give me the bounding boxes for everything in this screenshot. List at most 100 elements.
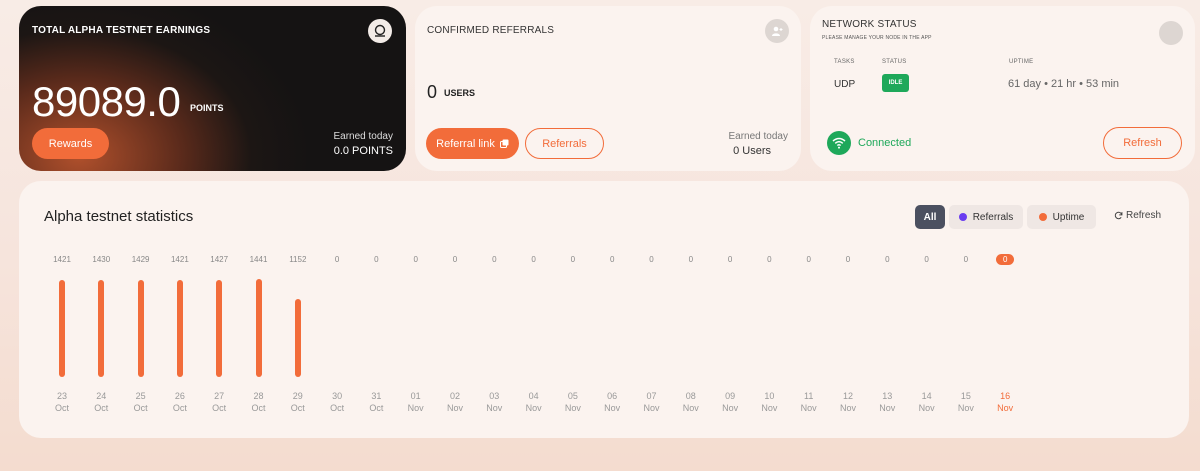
node-status-icon	[1159, 21, 1183, 45]
bar-value-label: 1427	[210, 255, 229, 264]
referrals-button[interactable]: Referrals	[525, 128, 604, 159]
x-axis-month: Nov	[879, 403, 896, 413]
bar[interactable]	[216, 279, 223, 377]
x-axis-day: 16	[1000, 391, 1011, 401]
x-axis-label: 09 Nov	[715, 390, 745, 414]
x-axis-month: Oct	[290, 403, 305, 413]
referrals-earned-today-label: Earned today	[728, 131, 789, 142]
x-axis-month: Oct	[133, 403, 148, 413]
x-axis-label: 27 Oct	[204, 390, 234, 414]
bar-value-label: 1152	[289, 255, 307, 264]
x-axis-label: 12 Nov	[833, 390, 863, 414]
bar[interactable]	[294, 298, 301, 377]
x-axis-day: 04	[528, 391, 539, 401]
x-axis-month: Nov	[918, 403, 935, 413]
x-axis-month: Oct	[330, 403, 345, 413]
x-axis-month: Nov	[486, 403, 503, 413]
bar-value-label: 0	[806, 255, 811, 264]
x-axis-month: Oct	[212, 403, 227, 413]
x-axis-label: 29 Oct	[283, 390, 313, 414]
uptime-header: UPTIME	[1009, 59, 1034, 65]
bar-value-label: 0	[570, 255, 576, 264]
x-axis-label: 30 Oct	[322, 390, 352, 414]
x-axis-label: 07 Nov	[637, 390, 667, 414]
x-axis-month: Nov	[800, 403, 817, 413]
network-title: NETWORK STATUS	[822, 19, 917, 30]
bar[interactable]	[59, 280, 65, 377]
statistics-bar-chart: 1421 23 Oct 1430 24 Oct 1429 25 Oct 1421 26 Oct 1427…	[19, 181, 1189, 438]
bar-value-label: 0	[963, 255, 969, 264]
referral-link-button[interactable]: Referral link	[426, 128, 519, 159]
x-axis-day: 27	[214, 391, 225, 401]
statistics-card: Alpha testnet statistics All Referrals U…	[19, 181, 1189, 438]
referrals-title: CONFIRMED REFERRALS	[427, 25, 555, 36]
x-axis-label: 23 Oct	[47, 390, 77, 414]
referrals-unit: USERS	[444, 88, 476, 98]
bar-value-label: 0	[924, 255, 929, 264]
x-axis-day: 12	[842, 391, 853, 401]
x-axis-label: 04 Nov	[519, 390, 549, 414]
x-axis-month: Nov	[957, 403, 974, 413]
bar[interactable]	[98, 279, 105, 377]
bar-value-label: 1429	[131, 255, 150, 264]
x-axis-day: 03	[489, 391, 500, 401]
user-add-icon	[765, 19, 789, 43]
x-axis-month: Oct	[94, 403, 109, 413]
earnings-title: TOTAL ALPHA TESTNET EARNINGS	[32, 25, 211, 36]
x-axis-label: 28 Oct	[244, 390, 274, 414]
wifi-icon	[827, 131, 851, 155]
bar[interactable]	[176, 280, 183, 377]
bar-value-label: 1441	[249, 255, 268, 264]
x-axis-label: 26 Oct	[165, 390, 195, 414]
x-axis-month: Nov	[643, 403, 660, 413]
x-axis-day: 06	[607, 391, 618, 401]
x-axis-day: 09	[725, 391, 736, 401]
x-axis-label: 25 Oct	[126, 390, 156, 414]
x-axis-day: 15	[960, 391, 971, 401]
bar[interactable]	[255, 279, 262, 377]
x-axis-day: 31	[371, 391, 382, 401]
x-axis-label: 01 Nov	[401, 390, 431, 414]
earned-today-label: Earned today	[333, 131, 394, 142]
earnings-value: 89089.0	[32, 78, 181, 125]
task-name: UDP	[834, 79, 856, 90]
network-status-card: NETWORK STATUS PLEASE MANAGE YOUR NODE I…	[810, 6, 1195, 171]
connection-status: Connected	[858, 137, 912, 149]
referral-link-label: Referral link	[436, 137, 495, 150]
bar-value-label: 1421	[53, 255, 71, 264]
network-refresh-button[interactable]: Refresh	[1103, 127, 1182, 159]
x-axis-day: 28	[253, 391, 264, 401]
x-axis-day: 29	[292, 391, 303, 401]
x-axis-label: 10 Nov	[754, 390, 784, 414]
x-axis-month: Nov	[525, 403, 542, 413]
bar-value-label: 0	[688, 255, 694, 264]
x-axis-day: 01	[410, 391, 421, 401]
x-axis-month: Nov	[997, 403, 1014, 413]
bar[interactable]	[137, 279, 144, 377]
x-axis-label: 15 Nov	[951, 390, 981, 414]
x-axis-label: 24 Oct	[86, 390, 116, 414]
x-axis-label: 13 Nov	[872, 390, 902, 414]
x-axis-day: 14	[921, 391, 932, 401]
bar-value-label: 0	[885, 255, 890, 264]
referrals-count: 0	[427, 82, 438, 102]
bar-value-label: 0	[649, 255, 654, 264]
earnings-card: TOTAL ALPHA TESTNET EARNINGS 89089.0 POI…	[19, 6, 406, 171]
x-axis-label: 03 Nov	[479, 390, 509, 414]
bar-value-label: 0	[767, 255, 772, 264]
bar-value-label: 0	[727, 255, 733, 264]
x-axis-label: 05 Nov	[558, 390, 588, 414]
bar-value-label: 1430	[92, 255, 111, 264]
x-axis-month: Nov	[564, 403, 581, 413]
x-axis-month: Oct	[369, 403, 384, 413]
x-axis-day: 26	[174, 391, 185, 401]
status-badge: IDLE	[882, 74, 909, 92]
x-axis-label: 02 Nov	[440, 390, 470, 414]
bar-value-label: 0	[492, 255, 497, 264]
x-axis-month: Oct	[251, 403, 266, 413]
bar-value-label: 0	[845, 255, 851, 264]
x-axis-label: 08 Nov	[676, 390, 706, 414]
rewards-button[interactable]: Rewards	[32, 128, 109, 159]
x-axis-day: 05	[567, 391, 578, 401]
bar-value-label: 0	[413, 255, 418, 264]
